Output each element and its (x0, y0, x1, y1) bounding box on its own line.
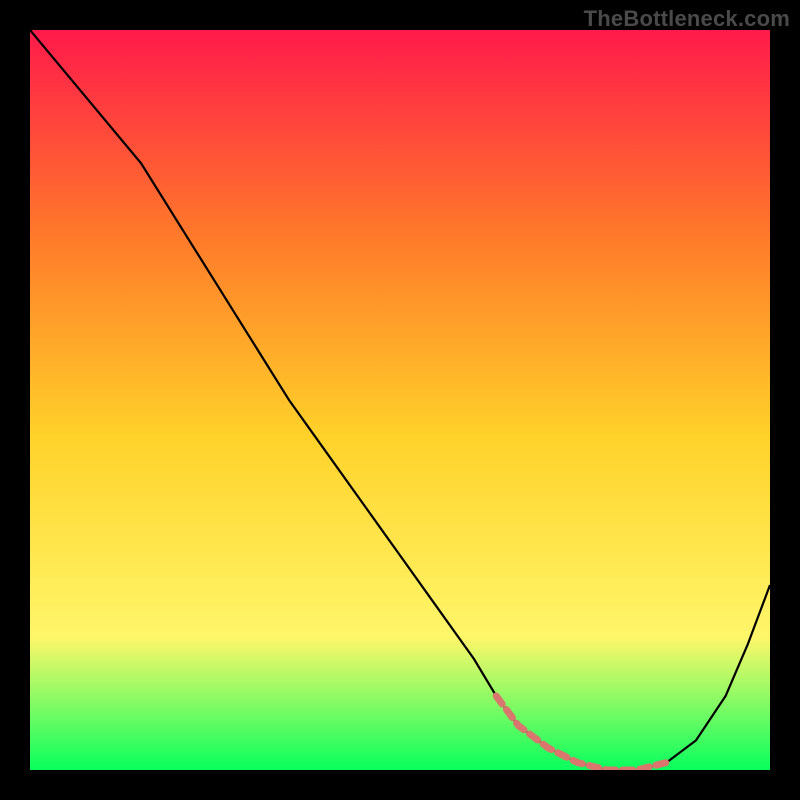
bottleneck-chart (30, 30, 770, 770)
gradient-background (30, 30, 770, 770)
plot-area (30, 30, 770, 770)
watermark-text: TheBottleneck.com (584, 6, 790, 32)
chart-container: TheBottleneck.com (0, 0, 800, 800)
